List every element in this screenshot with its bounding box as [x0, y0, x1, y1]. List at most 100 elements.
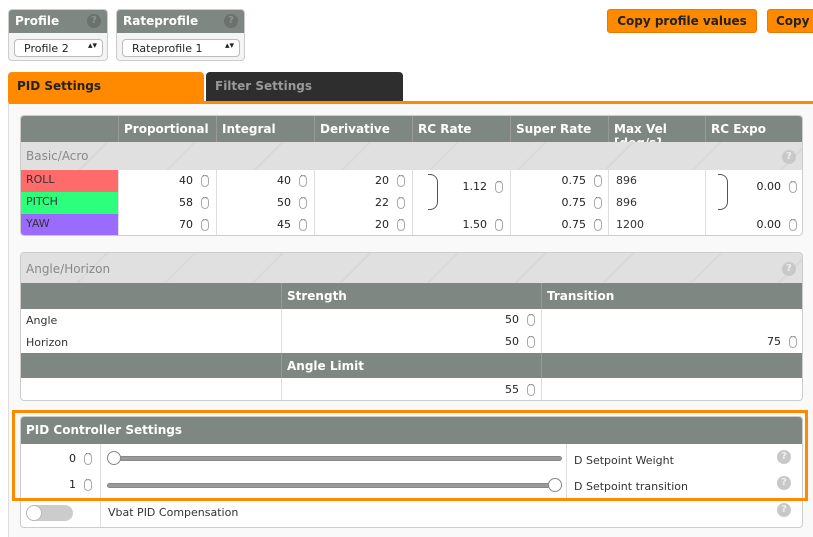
value: 40	[277, 174, 291, 187]
header-rc-rate: RC Rate	[413, 116, 511, 142]
pid-table: Proportional Integral Derivative RC Rate…	[20, 115, 803, 236]
section-label: Angle/Horizon	[26, 262, 111, 276]
value: 1.50	[462, 218, 488, 231]
copy-rateprofile-button[interactable]: Copy r	[767, 9, 813, 33]
slider-handle[interactable]	[107, 451, 121, 465]
header-cell	[542, 353, 802, 378]
brace-icon	[428, 174, 438, 210]
profile-title: Profile	[15, 14, 60, 28]
header-derivative: Derivative	[315, 116, 413, 142]
angle-label: Angle	[26, 314, 58, 327]
angle-horizon-table: Angle/Horizon? Strength Transition Angle…	[20, 252, 803, 401]
d-setpoint-transition-input[interactable]: 1 ˄˅	[24, 475, 96, 495]
help-icon[interactable]: ?	[782, 150, 796, 164]
tab-pid-settings[interactable]: PID Settings	[8, 72, 204, 102]
value: 50	[505, 313, 519, 326]
copy-profile-button[interactable]: Copy profile values	[607, 9, 757, 33]
rc-expo-yaw-input[interactable]: 0.00 ˄˅	[709, 215, 801, 235]
super-rate-input[interactable]: 0.75 ˄˅	[514, 193, 606, 213]
value: 22	[375, 196, 389, 209]
value: 1.12	[462, 180, 488, 193]
header-cell	[21, 116, 119, 142]
d-setpoint-transition-slider[interactable]	[107, 483, 562, 488]
angle-limit-input[interactable]: 55 ˄˅	[285, 380, 539, 400]
profile-select-value: Profile 2	[24, 42, 69, 55]
section-label: Basic/Acro	[26, 149, 89, 163]
angle-strength-input[interactable]: 50 ˄˅	[285, 310, 539, 330]
section-basic-acro: Basic/Acro?	[21, 142, 802, 170]
max-vel-value: 896	[616, 196, 637, 209]
i-input[interactable]: 40 ˄˅	[219, 171, 311, 191]
value: 1	[69, 478, 76, 491]
help-icon[interactable]: ?	[87, 14, 101, 28]
value: 0.75	[561, 218, 587, 231]
value: 50	[505, 335, 519, 348]
horizon-strength-input[interactable]: 50 ˄˅	[285, 332, 539, 352]
rc-rate-roll-pitch-input[interactable]: 1.12 ˄˅	[441, 177, 507, 197]
header-strength: Strength	[282, 283, 542, 309]
profile-panel: Profile? Profile 2 ▴▾	[8, 9, 108, 61]
help-icon[interactable]: ?	[782, 262, 796, 276]
value: 0.00	[756, 180, 782, 193]
value: 0.75	[561, 196, 587, 209]
header-angle-limit: Angle Limit	[282, 353, 542, 378]
value: 0	[69, 452, 76, 465]
max-vel-value: 896	[616, 174, 637, 187]
axis-yaw: YAW	[21, 214, 118, 235]
axis-roll: ROLL	[21, 170, 118, 192]
value: 58	[179, 196, 193, 209]
d-input[interactable]: 20 ˄˅	[317, 171, 409, 191]
p-input[interactable]: 58 ˄˅	[121, 193, 213, 213]
header-cell	[21, 283, 282, 309]
d-setpoint-transition-label: D Setpoint transition	[574, 480, 688, 493]
rc-expo-roll-pitch-input[interactable]: 0.00 ˄˅	[731, 177, 801, 197]
value: 70	[179, 218, 193, 231]
super-rate-input[interactable]: 0.75 ˄˅	[514, 215, 606, 235]
horizon-label: Horizon	[26, 336, 69, 349]
d-setpoint-weight-slider[interactable]	[107, 456, 562, 461]
help-icon[interactable]: ?	[777, 476, 791, 490]
d-setpoint-weight-input[interactable]: 0 ˄˅	[24, 449, 96, 469]
pid-controller-settings: PID Controller Settings 0 ˄˅ 1 ˄˅ D Setpoi…	[20, 416, 803, 528]
profile-select[interactable]: Profile 2 ▴▾	[14, 39, 103, 57]
d-input[interactable]: 22 ˄˅	[317, 193, 409, 213]
header-integral: Integral	[217, 116, 315, 142]
value: 20	[375, 174, 389, 187]
value: 0.00	[756, 218, 782, 231]
help-icon[interactable]: ?	[224, 14, 238, 28]
horizon-transition-input[interactable]: 75 ˄˅	[545, 332, 801, 352]
select-arrows-icon: ▴▾	[224, 41, 234, 51]
d-setpoint-weight-label: D Setpoint Weight	[574, 454, 674, 467]
rc-rate-yaw-input[interactable]: 1.50 ˄˅	[416, 215, 507, 235]
tab-filter-settings[interactable]: Filter Settings	[206, 72, 403, 102]
value: 20	[375, 218, 389, 231]
vbat-toggle[interactable]	[26, 505, 73, 521]
value: 50	[277, 196, 291, 209]
super-rate-input[interactable]: 0.75 ˄˅	[514, 171, 606, 191]
controller-title: PID Controller Settings	[21, 417, 802, 444]
rateprofile-panel: Rateprofile? Rateprofile 1 ▴▾	[116, 9, 245, 61]
i-input[interactable]: 45 ˄˅	[219, 215, 311, 235]
select-arrows-icon: ▴▾	[87, 41, 97, 51]
p-input[interactable]: 70 ˄˅	[121, 215, 213, 235]
header-super-rate: Super Rate	[511, 116, 609, 142]
p-input[interactable]: 40 ˄˅	[121, 171, 213, 191]
help-icon[interactable]: ?	[777, 503, 791, 517]
axis-pitch: PITCH	[21, 192, 118, 214]
header-proportional: Proportional	[119, 116, 217, 142]
rateprofile-select[interactable]: Rateprofile 1 ▴▾	[122, 39, 240, 57]
rateprofile-title: Rateprofile	[123, 14, 199, 28]
max-vel-value: 1200	[616, 218, 644, 231]
section-angle-horizon: Angle/Horizon?	[21, 253, 802, 283]
header-max-vel: Max Vel [deg/s]	[609, 116, 706, 150]
value: 45	[277, 218, 291, 231]
brace-icon	[718, 174, 728, 210]
i-input[interactable]: 50 ˄˅	[219, 193, 311, 213]
help-icon[interactable]: ?	[777, 450, 791, 464]
value: 40	[179, 174, 193, 187]
d-input[interactable]: 20 ˄˅	[317, 215, 409, 235]
value: 0.75	[561, 174, 587, 187]
header-transition: Transition	[542, 283, 802, 309]
slider-handle[interactable]	[548, 478, 562, 492]
header-cell	[21, 353, 282, 378]
